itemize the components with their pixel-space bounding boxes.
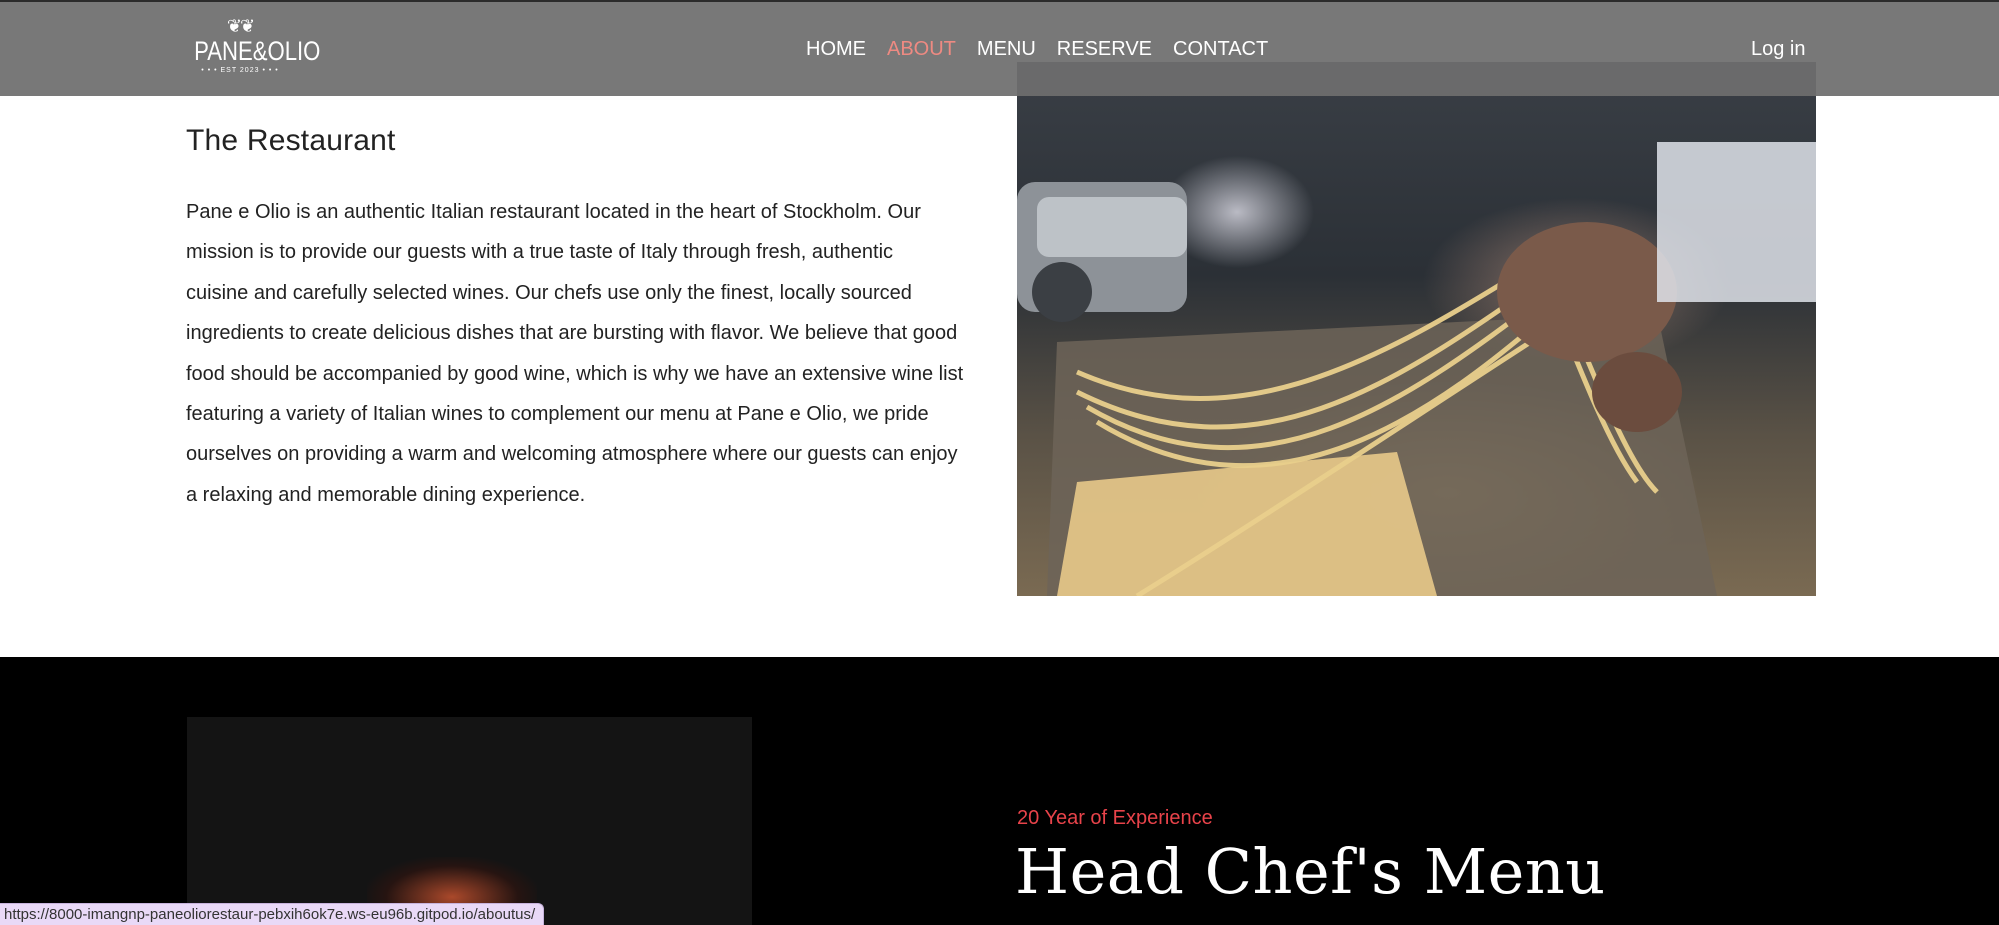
description-line: a relaxing and memorable dining experien… xyxy=(186,483,586,506)
logo-est-text: EST 2023 xyxy=(220,67,260,74)
pasta-machine-roller xyxy=(1032,262,1092,322)
chef-sleeve xyxy=(1657,142,1816,302)
description-line: food should be accompanied by good wine,… xyxy=(186,362,964,385)
description-line: ingredients to create delicious dishes t… xyxy=(186,322,958,345)
nav-about[interactable]: ABOUT xyxy=(887,36,956,62)
nav-home[interactable]: HOME xyxy=(806,36,866,62)
chef-menu-heading: Head Chef's Menu xyxy=(1015,835,1606,908)
pasta-making-photo xyxy=(1017,62,1816,596)
section-title: The Restaurant xyxy=(186,124,396,157)
description-line: cuisine and carefully selected wines. Ou… xyxy=(186,281,912,304)
pasta-illustration xyxy=(1017,142,1816,596)
description-line: mission is to provide our guests with a … xyxy=(186,241,894,264)
login-link[interactable]: Log in xyxy=(1751,36,1806,62)
description-line: ourselves on providing a warm and welcom… xyxy=(186,443,958,466)
logo-wordmark: PANE&OLIO xyxy=(194,36,321,66)
navbar: ❦❦ PANE&OLIO • • • EST 2023 • • • HOME A… xyxy=(0,0,1999,96)
description-line: featuring a variety of Italian wines to … xyxy=(186,403,929,426)
pasta-machine-highlight xyxy=(1037,197,1187,257)
chef-cooking-photo xyxy=(187,717,752,925)
olive-branch-icon: ❦❦ xyxy=(226,16,255,36)
head-chef-section: 20 Year of Experience Head Chef's Menu xyxy=(0,657,1999,925)
chef-hand xyxy=(1497,222,1677,362)
logo-est: • • • EST 2023 • • • xyxy=(201,67,279,74)
chef-fingers xyxy=(1592,352,1682,432)
nav-contact[interactable]: CONTACT xyxy=(1173,36,1268,62)
experience-subtitle: 20 Year of Experience xyxy=(1017,807,1213,829)
restaurant-description: Pane e Olio is an authentic Italian rest… xyxy=(186,192,986,515)
brand-logo[interactable]: ❦❦ PANE&OLIO • • • EST 2023 • • • xyxy=(184,16,321,82)
status-bar-url: https://8000-imangnp-paneoliorestaur-peb… xyxy=(0,903,545,925)
nav-reserve[interactable]: RESERVE xyxy=(1057,36,1152,62)
main-nav: HOME ABOUT MENU RESERVE CONTACT xyxy=(806,36,1268,62)
nav-menu[interactable]: MENU xyxy=(977,36,1036,62)
description-line: Pane e Olio is an authentic Italian rest… xyxy=(186,201,921,223)
